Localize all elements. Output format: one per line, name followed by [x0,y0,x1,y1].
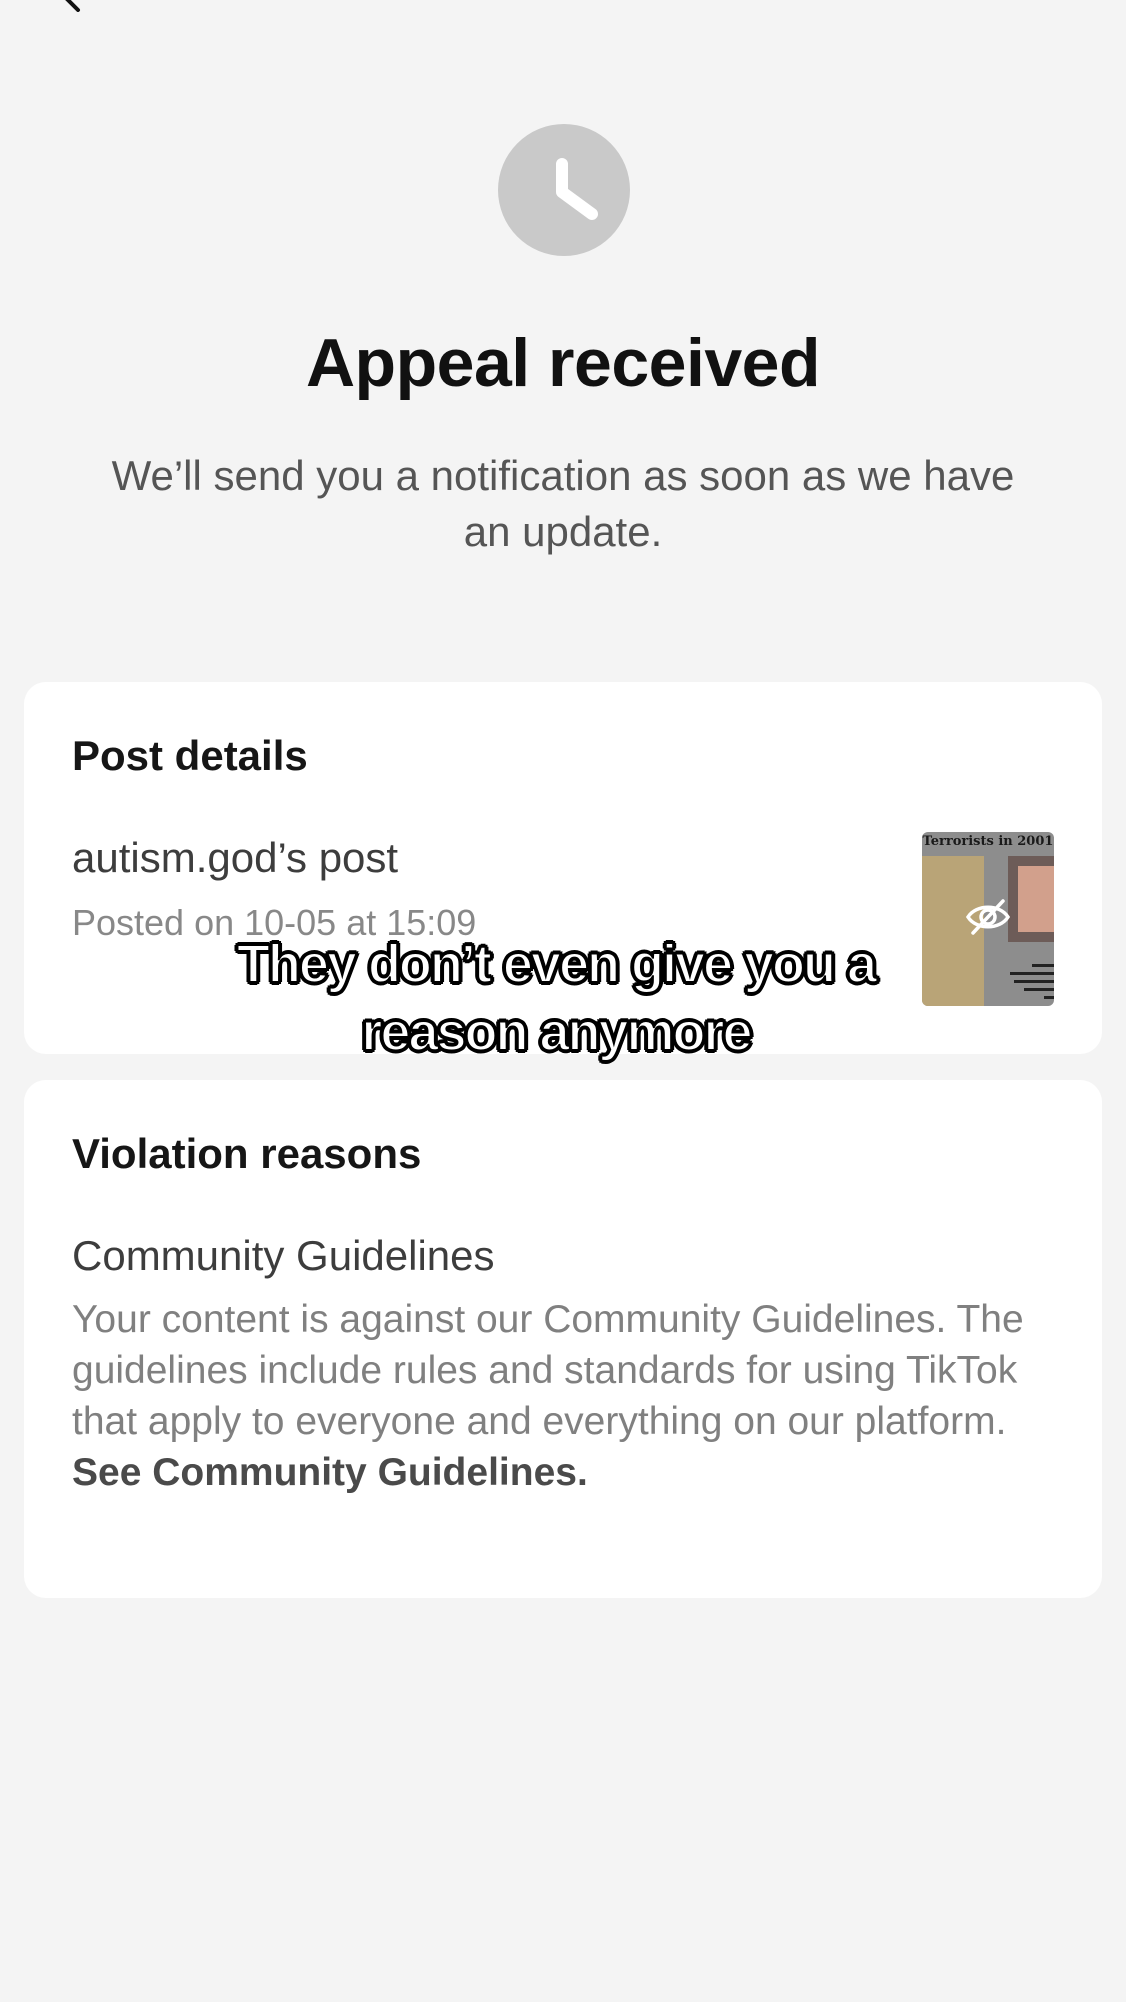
violation-title: Community Guidelines [72,1232,495,1279]
post-thumbnail[interactable]: Terrorists in 2001 [922,832,1054,1006]
violation-description: Your content is against our Community Gu… [72,1294,1082,1498]
see-community-guidelines-link[interactable]: See Community Guidelines. [72,1451,588,1494]
post-owner-label: autism.god’s post [72,834,399,881]
post-details-heading: Post details [72,732,308,779]
appeal-status-screen: Appeal received We’ll send you a notific… [0,0,1126,2002]
page-title: Appeal received [305,325,821,401]
video-caption-overlay: They don’t even give you a reason anymor… [236,933,878,1063]
thumbnail-text-lines [996,964,1054,1004]
back-arrow-icon[interactable] [58,0,88,12]
thumbnail-caption: Terrorists in 2001 [922,834,1054,849]
page-subtitle: We’ll send you a notification as soon as… [111,452,1015,555]
violation-reasons-heading: Violation reasons [72,1130,422,1177]
violation-reasons-card: Violation reasons Community Guidelines Y… [24,1080,1102,1598]
violation-description-text: Your content is against our Community Gu… [72,1298,1024,1443]
eye-slash-icon [964,896,1012,938]
thumbnail-image-right-inner [1018,866,1054,932]
clock-icon [498,124,630,256]
